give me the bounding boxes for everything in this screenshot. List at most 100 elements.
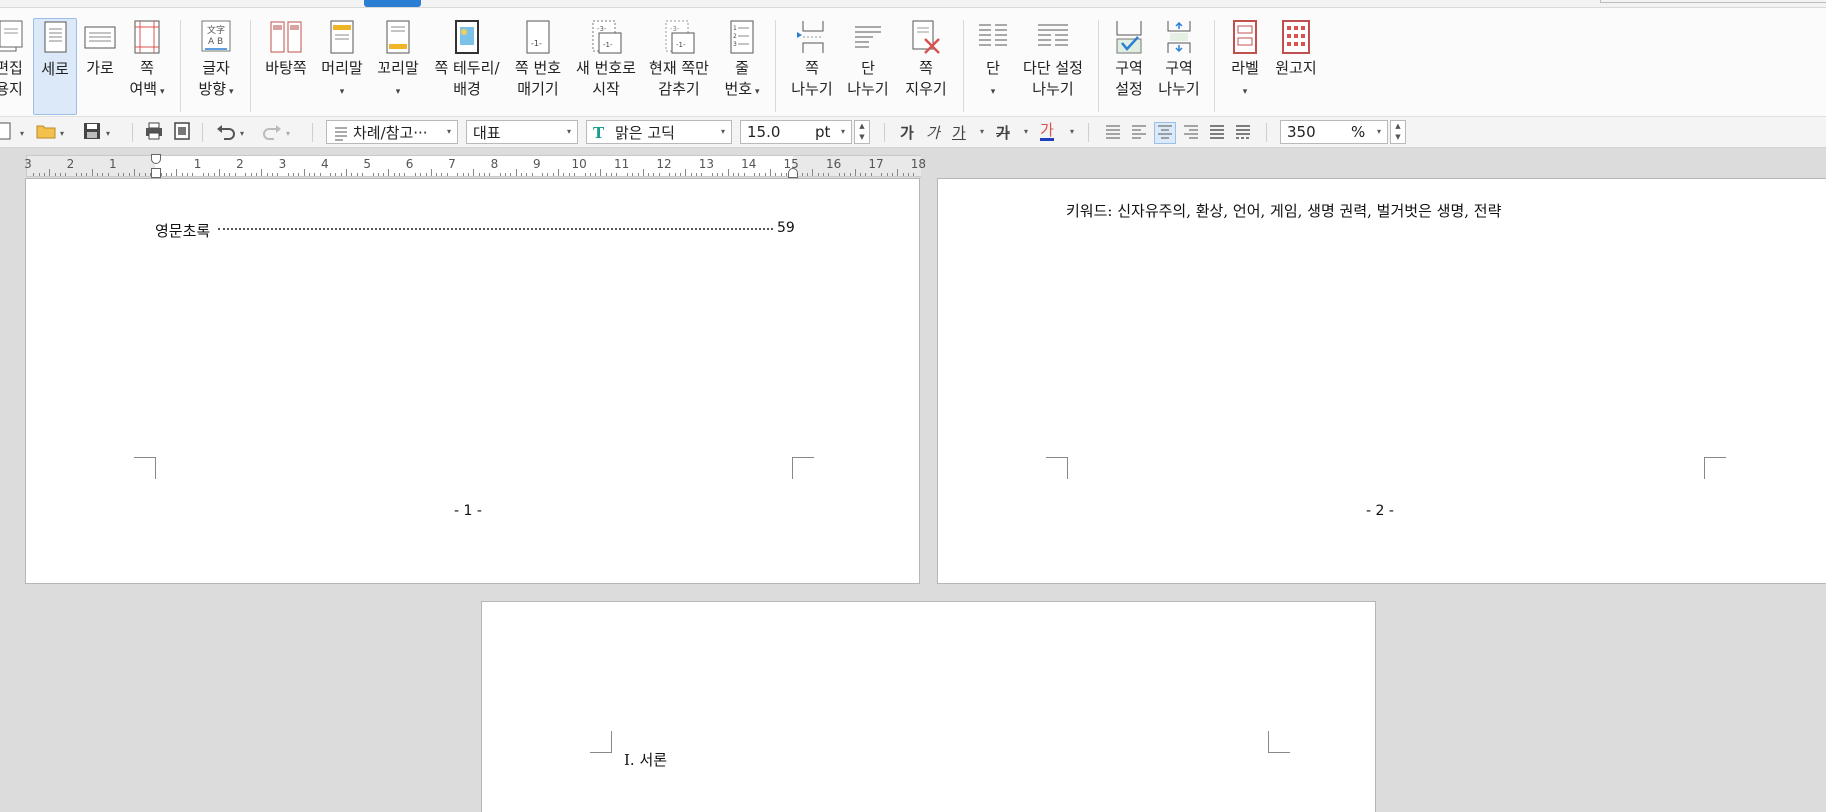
ruler-tick: [902, 173, 904, 176]
font-color-button[interactable]: 가: [1040, 122, 1054, 141]
italic-button[interactable]: 가: [926, 122, 940, 143]
align-right-button[interactable]: [1180, 122, 1202, 144]
ruler-tick: [913, 173, 915, 176]
open-document-button[interactable]: ▾: [36, 122, 64, 144]
edit-paper-button[interactable]: 편집 용지: [0, 18, 28, 115]
multi-column-label: 다단 설정 나누기: [1023, 59, 1083, 98]
page-border-button[interactable]: 쪽 테두리/배경: [432, 18, 502, 115]
section-settings-button[interactable]: 구역 설정: [1108, 18, 1150, 115]
right-indent-handle[interactable]: [788, 168, 798, 178]
ruler-tick: [335, 173, 337, 176]
ruler-tick: [732, 173, 734, 176]
ruler-tick: [515, 169, 517, 176]
document-page-1[interactable]: 영문초록 59 - 1 -: [25, 178, 920, 584]
ruler-tick: [785, 173, 787, 176]
font-name-combo[interactable]: T 맑은 고딕 ▾: [586, 120, 732, 144]
master-page-button[interactable]: 바탕쪽: [262, 18, 310, 115]
ruler-tick: [441, 173, 443, 176]
page-number-button[interactable]: -1- 쪽 번호 매기기: [512, 18, 564, 115]
page-break-icon: [795, 18, 829, 56]
font-size-spinner[interactable]: ▲ ▼: [854, 120, 870, 144]
ruler-number: 6: [405, 157, 414, 171]
left-indent-handle[interactable]: [151, 168, 161, 178]
paragraph-style-combo[interactable]: 차례/참고··· ▾: [326, 120, 458, 144]
manuscript-paper-button[interactable]: 원고지: [1272, 18, 1320, 115]
underline-button[interactable]: 가: [952, 122, 966, 143]
search-box-edge[interactable]: [1600, 0, 1826, 3]
ruler-tick: [277, 173, 279, 176]
ruler-tick: [271, 173, 273, 176]
hide-current-page-button[interactable]: -3- -1- 현재 쪽만 감추기: [646, 18, 712, 115]
align-center-button[interactable]: [1154, 122, 1176, 144]
chevron-down-icon: ▾: [840, 127, 845, 136]
undo-button[interactable]: ▾: [216, 122, 244, 144]
active-menu-tab[interactable]: [364, 0, 421, 7]
label-button[interactable]: 라벨 ▾: [1224, 18, 1266, 115]
crop-mark: [134, 457, 156, 479]
ruler-tick: [330, 173, 332, 176]
page-margin-button[interactable]: 쪽 여백 ▾: [127, 18, 167, 115]
ruler-tick: [128, 173, 130, 176]
style-name-combo[interactable]: 대표 ▾: [466, 120, 578, 144]
section-break-button[interactable]: 구역 나누기: [1156, 18, 1202, 115]
multi-column-button[interactable]: 다단 설정 나누기: [1018, 18, 1088, 115]
print-button[interactable]: [144, 122, 164, 144]
font-size-combo[interactable]: 15.0 pt ▾: [740, 120, 852, 144]
footer-button[interactable]: 꼬리말 ▾: [374, 18, 422, 115]
print-preview-button[interactable]: [172, 122, 192, 144]
columns-label: 단 ▾: [986, 59, 1000, 97]
chevron-down-icon[interactable]: ▾: [1024, 127, 1028, 136]
distribute-button[interactable]: [1206, 122, 1228, 144]
ruler-tick: [505, 173, 506, 176]
new-document-button[interactable]: ▾: [0, 122, 24, 144]
ruler-tick: [695, 173, 697, 176]
ruler-tick: [807, 173, 809, 176]
line-number-button[interactable]: 123 줄 번호 ▾: [722, 18, 762, 115]
ruler-tick: [229, 173, 231, 176]
horizontal-ruler[interactable]: 3 2 1 1 2 3 4 5 6 7 8 9 10 11 12 13 14 15 16 17 18: [24, 154, 926, 178]
chevron-down-icon[interactable]: ▾: [980, 127, 984, 136]
divide-align-button[interactable]: [1232, 122, 1254, 144]
ruler-tick: [473, 169, 475, 176]
new-number-label: 새 번호로 시작: [576, 59, 636, 98]
save-button[interactable]: ▾: [82, 122, 110, 144]
new-number-button[interactable]: -3- -1- 새 번호로 시작: [574, 18, 638, 115]
ruler-tick: [738, 173, 740, 176]
page-break-button[interactable]: 쪽 나누기: [788, 18, 836, 115]
delete-page-button[interactable]: 쪽 지우기: [900, 18, 952, 115]
align-left-button[interactable]: [1128, 122, 1150, 144]
ruler-tick: [86, 173, 88, 176]
ruler-tick: [377, 173, 379, 176]
landscape-label: 가로: [86, 59, 114, 77]
first-line-indent-handle[interactable]: [151, 154, 161, 164]
align-justify-button[interactable]: [1102, 122, 1124, 144]
columns-button[interactable]: 단 ▾: [974, 18, 1012, 115]
ruler-tick: [685, 169, 687, 176]
chevron-down-icon: ▾: [1376, 127, 1381, 136]
redo-button[interactable]: ▾: [262, 122, 290, 144]
landscape-button[interactable]: 가로: [80, 18, 120, 115]
svg-text:文字: 文字: [207, 24, 225, 36]
ruler-number: 3: [278, 157, 287, 171]
document-page-3[interactable]: I. 서론: [481, 601, 1376, 812]
page-footer-number: - 1 -: [454, 503, 482, 519]
ruler-tick: [526, 173, 528, 176]
header-button[interactable]: 머리말 ▾: [318, 18, 366, 115]
ruler-tick: [860, 173, 862, 176]
ruler-tick: [865, 173, 867, 176]
zoom-spinner[interactable]: ▲ ▼: [1390, 120, 1406, 144]
strikethrough-button[interactable]: 가: [996, 122, 1010, 143]
new-number-icon: -3- -1-: [589, 18, 623, 56]
ruler-tick: [754, 173, 756, 176]
footer-label: 꼬리말 ▾: [377, 59, 419, 97]
zoom-combo[interactable]: 350 % ▾: [1280, 120, 1388, 144]
bold-button[interactable]: 가: [900, 122, 914, 143]
paragraph-style-value: 차례/참고···: [353, 123, 428, 142]
portrait-button[interactable]: 세로: [33, 18, 77, 115]
text-direction-button[interactable]: 文字 A B 글자 방향 ▾: [194, 18, 238, 115]
ruler-tick: [234, 173, 236, 176]
document-page-2[interactable]: 키워드: 신자유주의, 환상, 언어, 게임, 생명 권력, 벌거벗은 생명, …: [937, 178, 1826, 584]
ruler-tick: [399, 173, 400, 176]
chevron-down-icon[interactable]: ▾: [1070, 127, 1074, 136]
column-break-button[interactable]: 단 나누기: [844, 18, 892, 115]
